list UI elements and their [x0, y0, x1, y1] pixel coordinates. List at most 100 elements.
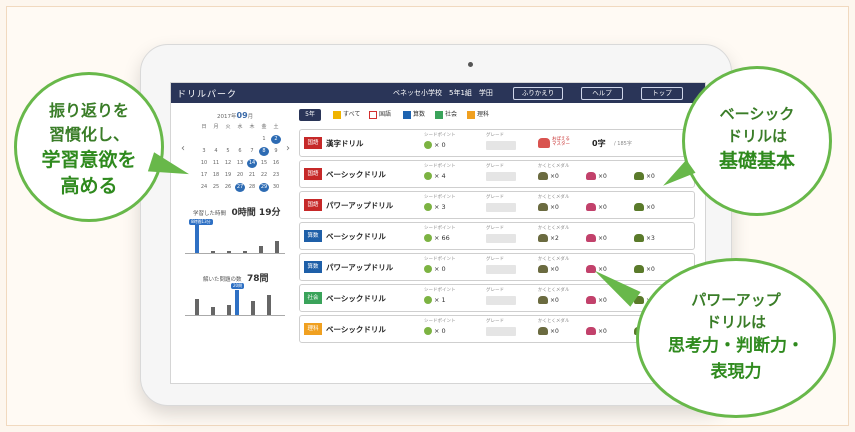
tab-japanese[interactable]: 国語 [369, 110, 391, 120]
calendar-grid: 日月火水木金土 1 2 3 4 5 6 7 8 9 10 11 12 13 14 15 16 17 18 19 20 21… [199, 123, 283, 192]
drill-row[interactable]: 算数 パワーアップドリル シードポイント × 0 グレード かくとくメダル ×0 ×0 ×0 [299, 253, 695, 281]
solved-bar-label: 20問 [231, 283, 245, 289]
medal-label: かくとくメダル [538, 226, 570, 231]
camera-dot [468, 62, 473, 67]
medal-count: ×0 [550, 204, 559, 211]
review-button[interactable]: ふりかえり [513, 87, 563, 100]
tab-all[interactable]: すべて [333, 110, 360, 120]
calendar-day [199, 135, 209, 144]
calendar-day[interactable]: 24 [199, 183, 209, 192]
seed-icon [424, 141, 432, 149]
calendar-day[interactable]: 25 [211, 183, 221, 192]
calendar-day[interactable]: 10 [199, 159, 209, 168]
seed-label: シードポイント [424, 319, 456, 324]
seed-label: シードポイント [424, 226, 456, 231]
drill-row[interactable]: 国語 ベーシックドリル シードポイント × 4 グレード かくとくメダル ×0 ×0 ×0 [299, 160, 695, 188]
calendar-day[interactable]: 4 [211, 147, 221, 156]
chart-bar [227, 305, 231, 315]
calendar-day[interactable]: 18 [211, 171, 221, 180]
grade-badge [486, 265, 516, 274]
calendar-day[interactable]: 23 [271, 171, 281, 180]
callout-right-bottom: パワーアップ ドリルは 思考力・判断力・ 表現力 [636, 258, 836, 418]
subject-tag: 理科 [304, 323, 322, 335]
grade-badge [486, 141, 516, 150]
prev-month-icon[interactable]: ‹ [181, 143, 185, 154]
top-button[interactable]: トップ [641, 87, 683, 100]
medal-count: ×0 [598, 204, 607, 211]
seed-label: シードポイント [424, 288, 456, 293]
grade-label: グレード [486, 133, 504, 138]
medal-icon [634, 234, 644, 242]
tab-social[interactable]: 社会 [435, 110, 457, 120]
calendar-day[interactable]: 14 [247, 159, 257, 168]
chart-bar [195, 299, 199, 315]
chart-axis [185, 253, 285, 254]
seed-value: × 1 [434, 296, 446, 304]
medal-count: ×0 [598, 297, 607, 304]
seed-label: シードポイント [424, 257, 456, 262]
calendar-day[interactable]: 2 [271, 135, 281, 144]
calendar-day[interactable]: 26 [223, 183, 233, 192]
seed-value: × 0 [434, 327, 446, 335]
calendar-day [211, 135, 221, 144]
help-button[interactable]: ヘルプ [581, 87, 623, 100]
grade-badge [486, 172, 516, 181]
medal-count: ×3 [646, 235, 655, 242]
calendar-day[interactable]: 22 [259, 171, 269, 180]
seed-label: シードポイント [424, 133, 456, 138]
medal-label: かくとくメダル [538, 319, 570, 324]
grade-select[interactable]: 5年 [299, 109, 321, 121]
calendar-day[interactable]: 13 [235, 159, 245, 168]
medal-icon [634, 203, 644, 211]
calendar-day[interactable]: 21 [247, 171, 257, 180]
medal-icon [634, 172, 644, 180]
tab-science[interactable]: 理科 [467, 110, 489, 120]
calendar-day[interactable]: 6 [235, 147, 245, 156]
drill-name: 漢字ドリル [326, 139, 364, 148]
kanji-total: / 185字 [614, 141, 632, 147]
calendar-day[interactable]: 12 [223, 159, 233, 168]
medal-icon [538, 265, 548, 273]
calendar-day[interactable]: 7 [247, 147, 257, 156]
calendar-day[interactable]: 29 [259, 183, 269, 192]
tab-math[interactable]: 算数 [403, 110, 425, 120]
math-icon [403, 111, 411, 119]
calendar-day[interactable]: 5 [223, 147, 233, 156]
science-icon [467, 111, 475, 119]
medal-count: ×0 [550, 266, 559, 273]
weekday-label: 月 [213, 124, 219, 130]
calendar-day[interactable]: 19 [223, 171, 233, 180]
calendar-day[interactable]: 1 [259, 135, 269, 144]
subject-tabs: 5年 すべて 国語 算数 社会 理科 [299, 108, 699, 124]
calendar-day[interactable]: 27 [235, 183, 245, 192]
calendar-day[interactable]: 30 [271, 183, 281, 192]
calendar-day[interactable]: 28 [247, 183, 257, 192]
drill-name: ベーシックドリル [326, 232, 386, 241]
seed-label: シードポイント [424, 195, 456, 200]
chart-axis [185, 315, 285, 316]
drill-row[interactable]: 国語 漢字ドリル シードポイント × 0 グレード おぼえる マスター 0字 / 185字 [299, 129, 695, 157]
calendar-day[interactable]: 9 [271, 147, 281, 156]
next-month-icon[interactable]: › [286, 143, 290, 154]
medal-label: かくとくメダル [538, 288, 570, 293]
calendar-day[interactable]: 16 [271, 159, 281, 168]
calendar-day[interactable]: 3 [199, 147, 209, 156]
master-label: おぼえる マスター [552, 137, 570, 147]
drill-name: ベーシックドリル [326, 325, 386, 334]
calendar-day[interactable]: 17 [199, 171, 209, 180]
medal-icon [586, 172, 596, 180]
calendar-day[interactable]: 11 [211, 159, 221, 168]
medal-label: かくとくメダル [538, 195, 570, 200]
drill-row[interactable]: 算数 ベーシックドリル シードポイント × 66 グレード かくとくメダル ×2 ×0 ×3 [299, 222, 695, 250]
calendar-day [235, 135, 245, 144]
weekday-label: 土 [273, 124, 279, 130]
calendar-day[interactable]: 8 [259, 147, 269, 156]
drill-row[interactable]: 国語 パワーアップドリル シードポイント × 3 グレード かくとくメダル ×0 ×0 ×0 [299, 191, 695, 219]
japanese-icon [369, 111, 377, 119]
study-time-bar-label: 8時間13分 [189, 219, 213, 225]
calendar-day[interactable]: 20 [235, 171, 245, 180]
grade-label: グレード [486, 195, 504, 200]
medal-count: ×0 [550, 173, 559, 180]
calendar-day[interactable]: 15 [259, 159, 269, 168]
subject-tag: 国語 [304, 199, 322, 211]
